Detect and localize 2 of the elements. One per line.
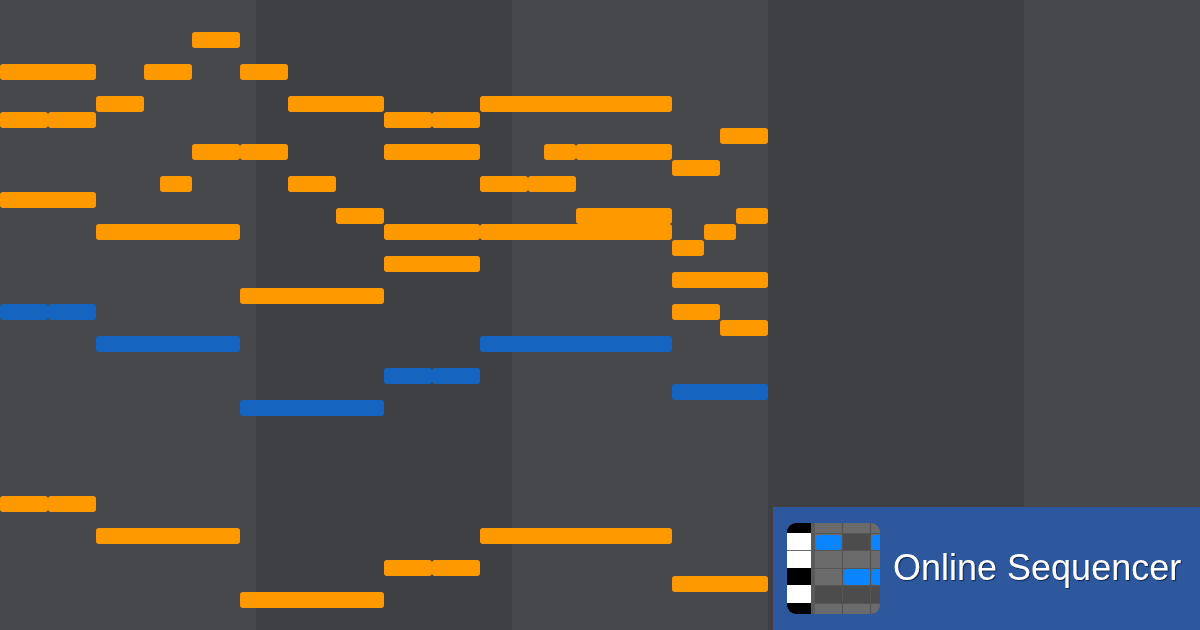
brand-name: Online Sequencer xyxy=(893,546,1182,590)
piano-roll-logo-icon xyxy=(787,522,880,614)
